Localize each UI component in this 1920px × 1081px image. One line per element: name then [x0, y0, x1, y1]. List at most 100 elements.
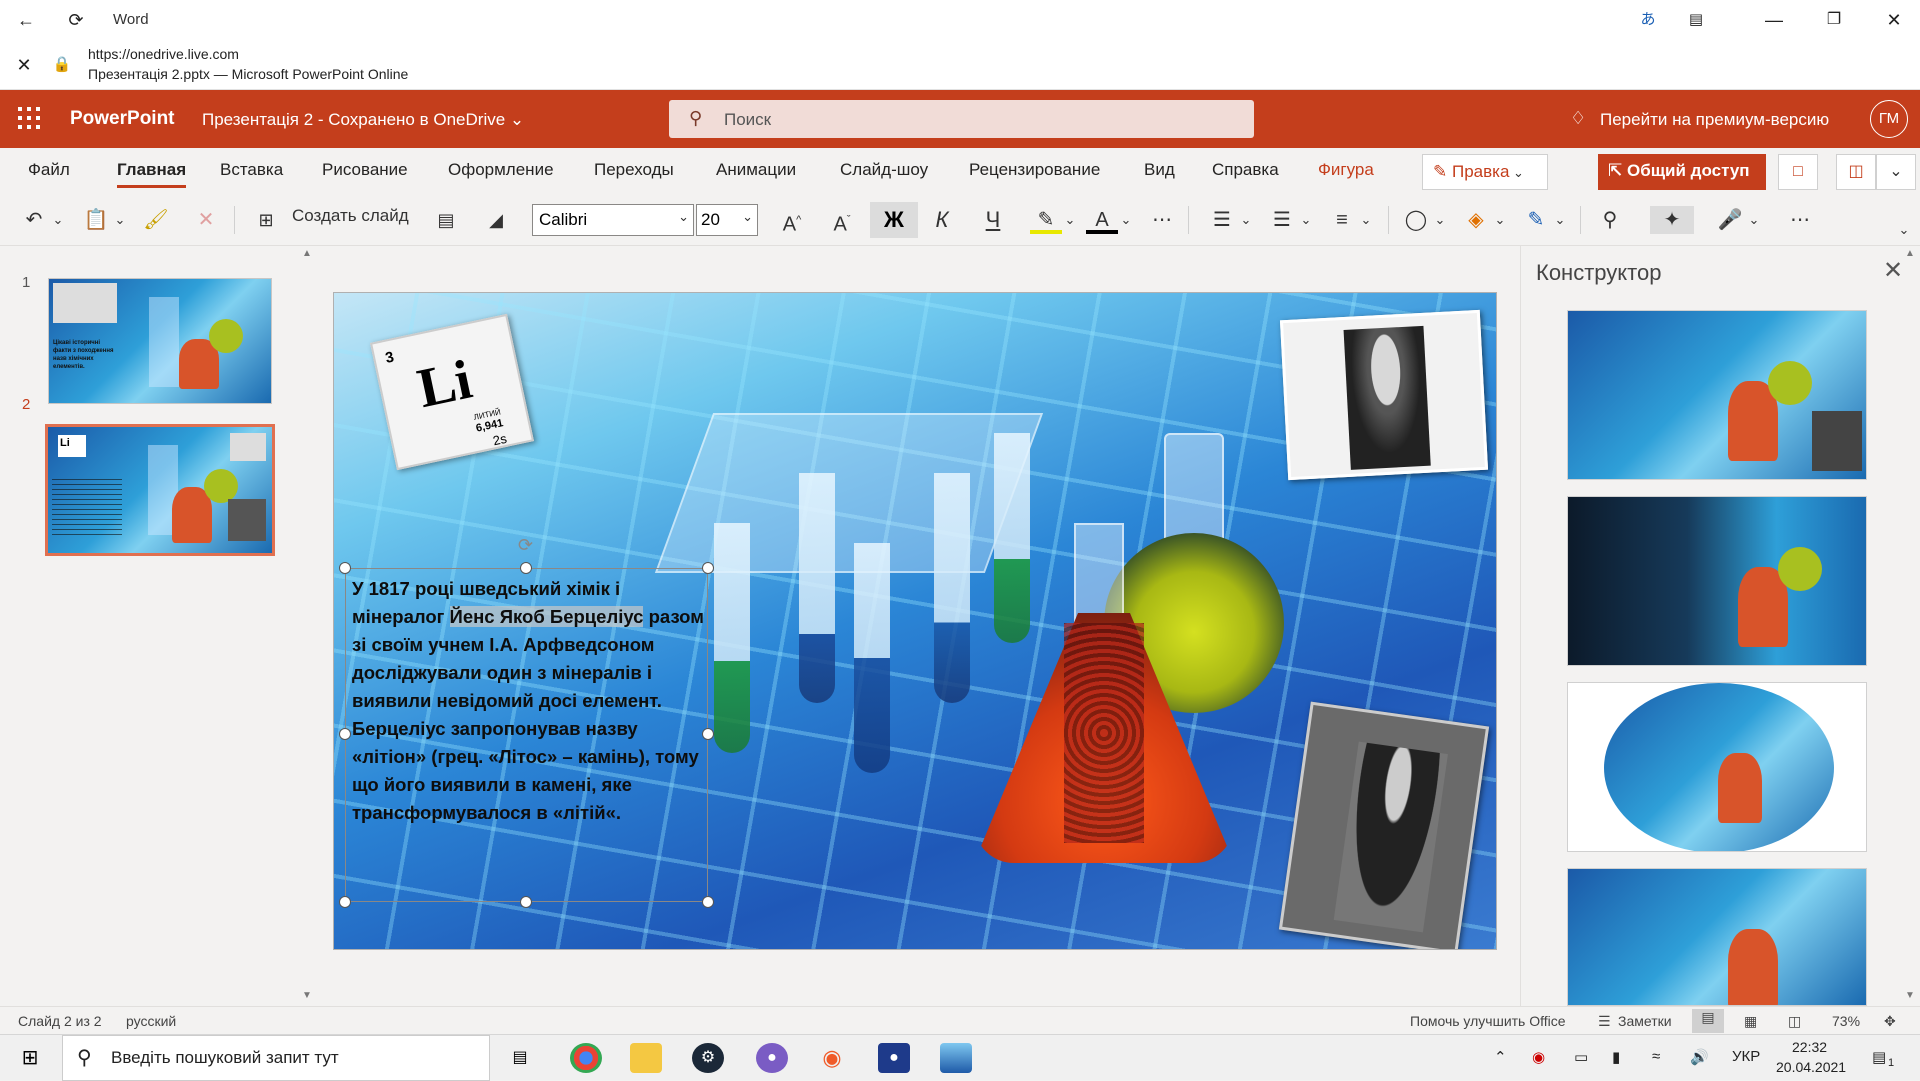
italic-button[interactable]: К	[926, 206, 958, 234]
chevron-down-icon[interactable]: ⌄	[1062, 206, 1078, 234]
minimize-icon[interactable]: —	[1762, 8, 1786, 32]
tab-review[interactable]: Рецензирование	[969, 160, 1100, 180]
windows-start-icon[interactable]: ⊞	[14, 1043, 46, 1073]
scroll-down-icon[interactable]: ▼	[1901, 988, 1919, 1004]
background-icon[interactable]: ◢	[480, 206, 512, 234]
page-url[interactable]: https://onedrive.live.com	[88, 46, 239, 62]
format-painter-icon[interactable]: 🖌	[140, 206, 172, 234]
dictate-icon[interactable]: 🎤	[1714, 206, 1746, 234]
underline-button[interactable]: Ч	[977, 206, 1009, 234]
app-launcher-icon[interactable]	[18, 107, 42, 131]
photos-icon[interactable]	[940, 1043, 972, 1073]
edit-mode-button[interactable]: ✎ Правка ⌄	[1422, 154, 1548, 190]
refresh-icon[interactable]: ⟳	[64, 8, 88, 32]
notes-icon[interactable]: ☰	[1598, 1013, 1611, 1030]
resize-handle[interactable]	[702, 562, 714, 574]
chevron-down-icon[interactable]: ⌄	[1118, 206, 1134, 234]
chevron-up-icon[interactable]: ⌃	[1494, 1048, 1507, 1066]
rotate-handle-icon[interactable]: ⟳	[518, 535, 533, 556]
back-arrow-icon[interactable]: ←	[14, 8, 38, 32]
language-indicator[interactable]: русский	[126, 1013, 176, 1029]
chevron-down-icon[interactable]: ⌄	[1896, 216, 1912, 244]
notifications-icon[interactable]: ▤	[1872, 1048, 1886, 1066]
chevron-down-icon[interactable]: ⌄	[112, 206, 128, 234]
tab-help[interactable]: Справка	[1212, 160, 1279, 180]
chevron-down-icon[interactable]: ⌄	[1746, 206, 1762, 234]
highlight-icon[interactable]: ✎	[1030, 206, 1062, 234]
clock-date[interactable]: 20.04.2021	[1776, 1059, 1846, 1075]
bold-button[interactable]: Ж	[870, 202, 918, 238]
zoom-level[interactable]: 73%	[1832, 1013, 1860, 1029]
layout-icon[interactable]: ▤	[430, 206, 462, 234]
steam-icon[interactable]: ⚙	[692, 1043, 724, 1073]
font-name-select[interactable]: Calibri ⌄	[532, 204, 694, 236]
chevron-down-icon[interactable]: ⌄	[1432, 206, 1448, 234]
clock-time[interactable]: 22:32	[1792, 1039, 1827, 1055]
scroll-up-icon[interactable]: ▲	[1901, 246, 1919, 262]
chevron-down-icon[interactable]: ⌄	[1238, 206, 1254, 234]
share-button[interactable]: ⇱ Общий доступ	[1598, 154, 1766, 190]
search-box[interactable]: ⚲ Поиск	[669, 100, 1254, 138]
slide-thumbnail-1[interactable]: Цікаві історичні факти з походження назв…	[48, 278, 272, 404]
origin-icon[interactable]: ◉	[816, 1043, 848, 1073]
more-icon[interactable]: ⋯	[1146, 206, 1178, 234]
slide-body-text[interactable]: У 1817 році шведський хімік і мінералог …	[352, 575, 712, 827]
battery-icon[interactable]: ▮	[1612, 1048, 1620, 1066]
cast-icon[interactable]: ▤	[1684, 8, 1708, 32]
chrome-icon[interactable]	[570, 1043, 602, 1073]
tab-home[interactable]: Главная	[117, 160, 187, 188]
resize-handle[interactable]	[339, 728, 351, 740]
paste-icon[interactable]: 📋	[80, 206, 112, 234]
notes-button[interactable]: Заметки	[1618, 1013, 1672, 1029]
close-window-icon[interactable]: ✕	[1882, 8, 1906, 32]
numbering-icon[interactable]: ☰	[1266, 206, 1298, 234]
outline-icon[interactable]: ✎	[1520, 206, 1552, 234]
chevron-down-icon[interactable]: ⌄	[1552, 206, 1568, 234]
designer-icon[interactable]: ✦	[1650, 206, 1694, 234]
comments-icon[interactable]: □	[1778, 154, 1818, 190]
translate-icon[interactable]: あ	[1636, 8, 1660, 32]
maximize-icon[interactable]: ❐	[1822, 8, 1846, 32]
slide-thumbnail-2[interactable]: Li	[45, 424, 275, 556]
present-icon[interactable]: ◫	[1836, 154, 1876, 190]
tab-design[interactable]: Оформление	[448, 160, 554, 180]
resize-handle[interactable]	[520, 896, 532, 908]
scroll-down-icon[interactable]: ▼	[298, 988, 316, 1004]
close-page-icon[interactable]: ✕	[12, 53, 36, 77]
resize-handle[interactable]	[339, 896, 351, 908]
designer-scrollbar[interactable]: ▲ ▼	[1901, 246, 1919, 1006]
delete-icon[interactable]: ✕	[190, 206, 222, 234]
shrink-font-icon[interactable]: Aˇ	[826, 206, 858, 236]
antivirus-icon[interactable]: ◉	[1532, 1048, 1545, 1066]
font-color-icon[interactable]: A	[1086, 206, 1118, 234]
more-options-icon[interactable]: ⋯	[1784, 206, 1816, 234]
thumbnail-scrollbar[interactable]: ▲ ▼	[298, 246, 316, 1006]
file-explorer-icon[interactable]	[630, 1043, 662, 1073]
tab-draw[interactable]: Рисование	[322, 160, 408, 180]
chevron-down-icon[interactable]: ⌄	[1492, 206, 1508, 234]
feedback-link[interactable]: Помочь улучшить Office	[1410, 1013, 1566, 1029]
chevron-down-icon[interactable]: ⌄	[1298, 206, 1314, 234]
scroll-up-icon[interactable]: ▲	[298, 246, 316, 262]
design-option-3[interactable]	[1567, 682, 1867, 852]
keyboard-language[interactable]: УКР	[1732, 1048, 1760, 1065]
chevron-down-icon[interactable]: ⌄	[1358, 206, 1374, 234]
design-option-2[interactable]	[1567, 496, 1867, 666]
new-slide-button[interactable]: Создать слайд	[292, 206, 409, 226]
find-icon[interactable]: ⚲	[1594, 206, 1626, 234]
premium-link[interactable]: Перейти на премиум-версию	[1600, 110, 1829, 130]
chevron-down-icon[interactable]: ⌄	[50, 206, 66, 234]
edge-window-icon[interactable]: ●	[878, 1043, 910, 1073]
undo-icon[interactable]: ↶	[18, 206, 50, 234]
tab-insert[interactable]: Вставка	[220, 160, 283, 180]
taskbar-search[interactable]: ⚲ Введіть пошуковий запит тут	[62, 1035, 490, 1081]
volume-icon[interactable]: 🔊	[1690, 1048, 1709, 1066]
avatar[interactable]: ГМ	[1870, 100, 1908, 138]
document-name[interactable]: Презентація 2 - Сохранено в OneDrive ⌄	[202, 110, 524, 130]
device-icon[interactable]: ▭	[1574, 1048, 1588, 1066]
discord-icon[interactable]: ●	[756, 1043, 788, 1073]
tab-transitions[interactable]: Переходы	[594, 160, 674, 180]
grow-font-icon[interactable]: A^	[776, 206, 808, 236]
tab-slideshow[interactable]: Слайд-шоу	[840, 160, 928, 180]
tab-animations[interactable]: Анимации	[716, 160, 796, 180]
